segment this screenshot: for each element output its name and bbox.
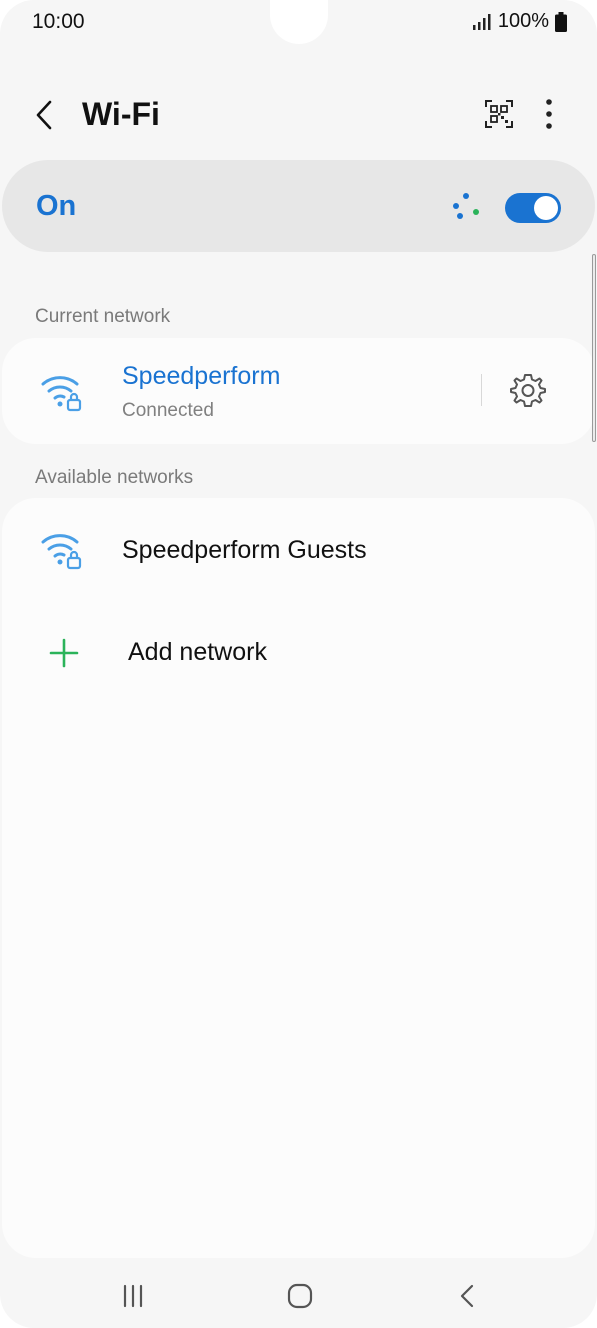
status-bar: 10:00 100% bbox=[0, 0, 597, 46]
more-options-icon[interactable] bbox=[536, 96, 562, 132]
camera-notch bbox=[270, 0, 328, 44]
status-right: 100% bbox=[472, 10, 567, 33]
current-network-name: Speedperform bbox=[122, 362, 281, 390]
plus-icon bbox=[49, 638, 79, 668]
current-network-header: Current network bbox=[35, 306, 171, 327]
qr-code-icon[interactable] bbox=[484, 99, 514, 129]
navigation-bar bbox=[0, 1262, 597, 1328]
wifi-toggle[interactable] bbox=[505, 193, 561, 223]
signal-icon bbox=[472, 13, 491, 30]
app-header: Wi-Fi bbox=[0, 82, 597, 148]
recent-apps-icon[interactable] bbox=[117, 1280, 149, 1312]
battery-icon bbox=[555, 11, 567, 32]
add-network-button[interactable]: Add network bbox=[2, 608, 595, 698]
current-network-item[interactable]: Speedperform Connected bbox=[2, 338, 472, 444]
master-switch-label: On bbox=[36, 190, 77, 222]
network-name: Speedperform Guests bbox=[122, 536, 367, 564]
battery-percentage: 100% bbox=[497, 10, 549, 32]
status-time: 10:00 bbox=[32, 10, 85, 33]
back-icon[interactable] bbox=[28, 98, 62, 132]
toggle-knob bbox=[534, 196, 558, 220]
back-nav-icon[interactable] bbox=[452, 1280, 484, 1312]
item-divider bbox=[481, 374, 482, 406]
scroll-indicator[interactable] bbox=[592, 254, 596, 442]
page-title: Wi-Fi bbox=[82, 96, 160, 132]
available-networks-header: Available networks bbox=[35, 467, 194, 488]
current-network-card: Speedperform Connected bbox=[2, 338, 595, 444]
gear-icon[interactable] bbox=[509, 371, 547, 409]
home-icon[interactable] bbox=[284, 1280, 316, 1312]
wifi-master-switch-bar[interactable]: On bbox=[2, 160, 595, 252]
wifi-secured-icon bbox=[41, 376, 82, 412]
current-network-status: Connected bbox=[122, 400, 214, 421]
scanning-icon bbox=[453, 193, 479, 219]
screen: 10:00 100% Wi-Fi On Current network Spee… bbox=[0, 0, 597, 1328]
network-list-item[interactable]: Speedperform Guests bbox=[2, 498, 595, 602]
available-networks-card: Speedperform Guests Add network bbox=[2, 498, 595, 1258]
add-network-label: Add network bbox=[128, 638, 267, 666]
wifi-secured-icon bbox=[41, 534, 82, 570]
